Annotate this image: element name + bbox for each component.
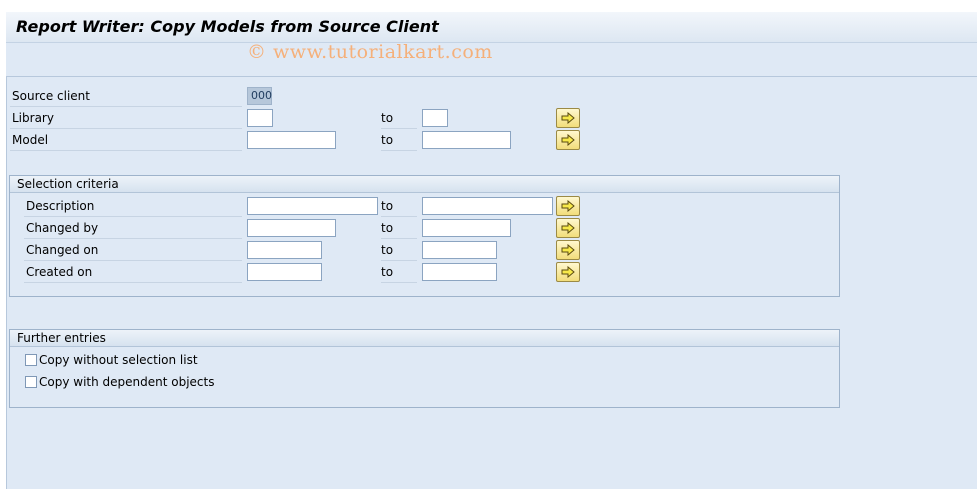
description-multiple-selection-button[interactable] [556, 196, 580, 216]
arrow-right-icon [561, 244, 575, 256]
copy-without-selection-list-checkbox[interactable] [25, 354, 37, 366]
created-on-to-label: to [381, 262, 417, 283]
further-entries-header: Further entries [10, 330, 839, 347]
description-from-input[interactable] [247, 197, 378, 215]
changed-by-from-input[interactable] [247, 219, 336, 237]
description-to-label: to [381, 196, 417, 217]
model-label-text: Model [12, 133, 49, 147]
source-client-label-text: Source client [12, 89, 90, 103]
arrow-right-icon [561, 200, 575, 212]
arrow-right-icon [561, 266, 575, 278]
changed-by-multiple-selection-button[interactable] [556, 218, 580, 238]
library-to-input[interactable] [422, 109, 448, 127]
description-label: Description [24, 196, 242, 217]
selection-criteria-title: Selection criteria [17, 177, 119, 191]
changed-on-multiple-selection-button[interactable] [556, 240, 580, 260]
model-from-input[interactable] [247, 131, 336, 149]
arrow-right-icon [561, 134, 575, 146]
created-on-from-input[interactable] [247, 263, 322, 281]
created-on-label-text: Created on [26, 265, 93, 279]
source-client-field[interactable]: 000 [247, 87, 272, 105]
changed-by-label-text: Changed by [26, 221, 99, 235]
changed-on-from-input[interactable] [247, 241, 322, 259]
changed-on-label-text: Changed on [26, 243, 99, 257]
source-client-label: Source client [10, 86, 242, 107]
model-multiple-selection-button[interactable] [556, 130, 580, 150]
description-label-text: Description [26, 199, 95, 213]
copy-with-dependent-objects-label: Copy with dependent objects [39, 375, 215, 389]
model-to-label: to [381, 130, 417, 151]
watermark: © www.tutorialkart.com [247, 41, 493, 63]
page-title: Report Writer: Copy Models from Source C… [16, 17, 439, 36]
copy-with-dependent-objects-checkbox[interactable] [25, 376, 37, 388]
further-entries-title: Further entries [17, 331, 106, 345]
changed-by-to-input[interactable] [422, 219, 511, 237]
changed-on-to-input[interactable] [422, 241, 497, 259]
library-from-input[interactable] [247, 109, 273, 127]
library-label: Library [10, 108, 242, 129]
further-entries-group: Further entries [9, 329, 840, 408]
created-on-label: Created on [24, 262, 242, 283]
arrow-right-icon [561, 222, 575, 234]
description-to-input[interactable] [422, 197, 553, 215]
library-to-label: to [381, 108, 417, 129]
changed-on-label: Changed on [24, 240, 242, 261]
changed-by-to-label: to [381, 218, 417, 239]
changed-by-label: Changed by [24, 218, 242, 239]
model-to-input[interactable] [422, 131, 511, 149]
changed-on-to-label: to [381, 240, 417, 261]
arrow-right-icon [561, 112, 575, 124]
model-label: Model [10, 130, 242, 151]
library-multiple-selection-button[interactable] [556, 108, 580, 128]
library-label-text: Library [12, 111, 54, 125]
created-on-multiple-selection-button[interactable] [556, 262, 580, 282]
selection-criteria-header: Selection criteria [10, 176, 839, 193]
created-on-to-input[interactable] [422, 263, 497, 281]
copy-without-selection-list-label: Copy without selection list [39, 353, 198, 367]
